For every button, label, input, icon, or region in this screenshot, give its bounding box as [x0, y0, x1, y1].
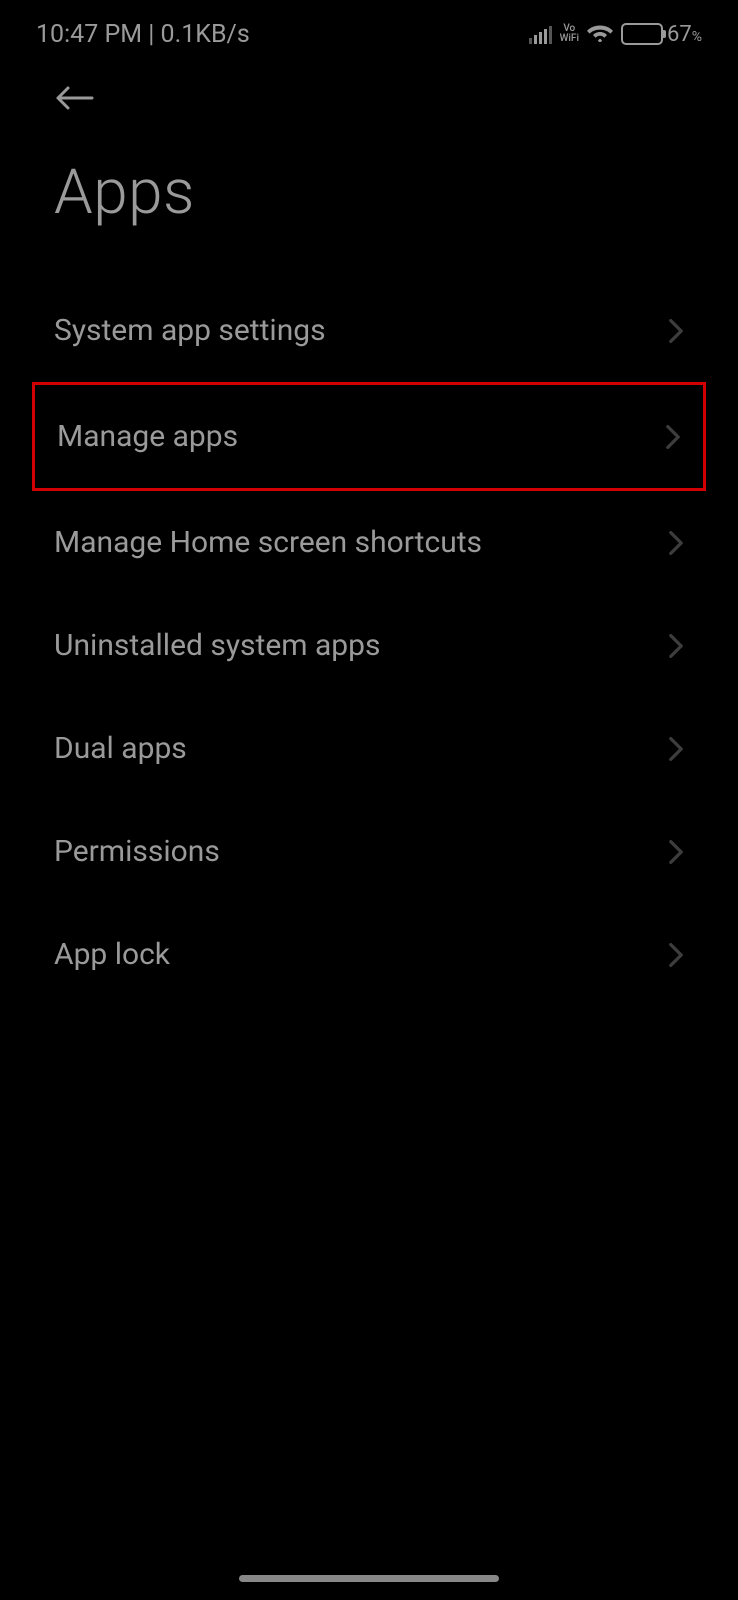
page-title: Apps: [0, 128, 738, 269]
menu-item-permissions[interactable]: Permissions: [0, 800, 738, 903]
menu-item-manage-apps[interactable]: Manage apps: [32, 382, 706, 491]
status-icons: Vo WiFi 67%: [529, 22, 702, 47]
battery-icon: [621, 23, 663, 45]
menu-item-dual-apps[interactable]: Dual apps: [0, 697, 738, 800]
chevron-right-icon: [668, 942, 684, 968]
chevron-right-icon: [665, 424, 681, 450]
menu-item-uninstalled-system-apps[interactable]: Uninstalled system apps: [0, 594, 738, 697]
status-time-network: 10:47 PM | 0.1KB/s: [36, 20, 250, 49]
chevron-right-icon: [668, 839, 684, 865]
battery-percent: 67%: [667, 22, 702, 47]
menu-item-manage-home-shortcuts[interactable]: Manage Home screen shortcuts: [0, 491, 738, 594]
status-bar: 10:47 PM | 0.1KB/s Vo WiFi 67%: [0, 0, 738, 60]
signal-icon: [529, 24, 552, 44]
wifi-icon: [587, 22, 613, 46]
vowifi-icon: Vo WiFi: [560, 24, 579, 44]
menu-item-app-lock[interactable]: App lock: [0, 903, 738, 1006]
menu-list: System app settings Manage apps Manage H…: [0, 269, 738, 1016]
menu-item-system-app-settings[interactable]: System app settings: [0, 279, 738, 382]
menu-label: Manage Home screen shortcuts: [54, 525, 482, 560]
menu-label: App lock: [54, 937, 170, 972]
menu-label: Permissions: [54, 834, 220, 869]
chevron-right-icon: [668, 633, 684, 659]
chevron-right-icon: [668, 318, 684, 344]
menu-label: Dual apps: [54, 731, 187, 766]
arrow-left-icon: [54, 84, 94, 112]
menu-label: System app settings: [54, 313, 326, 348]
battery-indicator: 67%: [621, 22, 702, 47]
menu-label: Uninstalled system apps: [54, 628, 380, 663]
chevron-right-icon: [668, 736, 684, 762]
home-indicator[interactable]: [239, 1575, 499, 1582]
vowifi-bottom: WiFi: [560, 34, 579, 44]
back-button[interactable]: [54, 78, 94, 118]
menu-label: Manage apps: [57, 419, 238, 454]
chevron-right-icon: [668, 530, 684, 556]
